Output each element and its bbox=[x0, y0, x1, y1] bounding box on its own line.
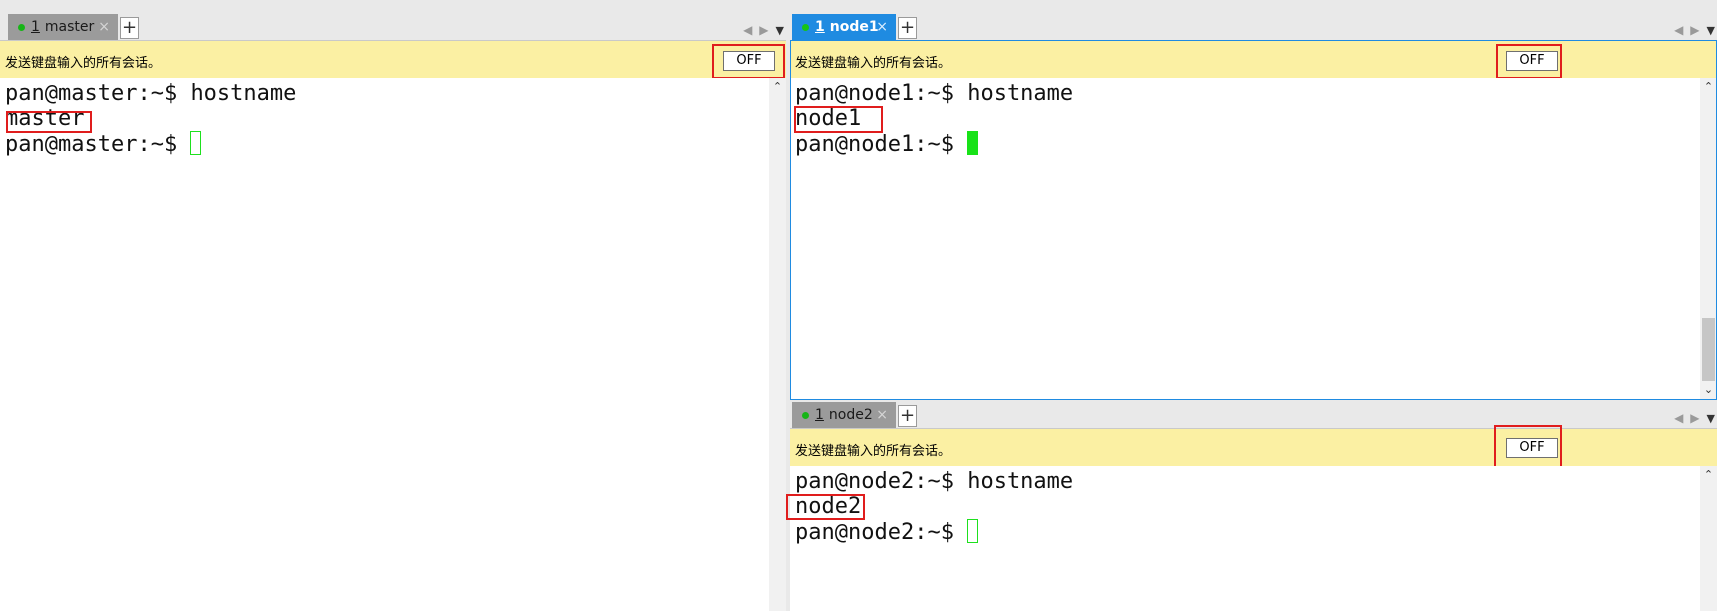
status-dot-icon bbox=[18, 23, 25, 31]
terminal-line-command: pan@master:~$ hostname bbox=[5, 81, 296, 107]
tab-node2[interactable]: 1 node2 × bbox=[792, 402, 896, 428]
tab-number: 1 bbox=[31, 19, 40, 35]
terminal-cursor bbox=[967, 519, 979, 543]
highlight-box-output bbox=[786, 494, 865, 520]
broadcast-off-button[interactable]: OFF bbox=[1506, 438, 1558, 458]
vertical-scrollbar[interactable]: ⌃ bbox=[769, 78, 786, 611]
broadcast-off-button[interactable]: OFF bbox=[1506, 51, 1558, 71]
tab-next-icon[interactable]: ▶ bbox=[759, 23, 775, 37]
terminal-line-command: pan@node1:~$ hostname bbox=[795, 81, 1073, 107]
terminal-command: hostname bbox=[190, 81, 297, 106]
scroll-up-icon[interactable]: ⌃ bbox=[769, 80, 786, 93]
broadcast-message: 发送键盘输入的所有会话。 bbox=[795, 56, 952, 71]
terminal-command: hostname bbox=[967, 469, 1074, 494]
tab-title: master bbox=[44, 19, 95, 35]
session-pane-node1: 1 node1 × + ◀▶▼ 发送键盘输入的所有会话。 OFF pan@node… bbox=[790, 12, 1717, 400]
terminal-line-prompt: pan@master:~$ bbox=[5, 131, 202, 158]
vertical-scrollbar[interactable]: ⌃ bbox=[1700, 466, 1717, 611]
tab-close-icon[interactable]: × bbox=[876, 14, 888, 40]
terminal-prompt: pan@node2:~$ bbox=[795, 520, 954, 545]
terminal-prompt: pan@master:~$ bbox=[5, 132, 178, 157]
tab-navigation: ◀▶▼ bbox=[1674, 411, 1715, 425]
tab-prev-icon[interactable]: ◀ bbox=[1674, 23, 1690, 37]
status-dot-icon bbox=[802, 23, 809, 31]
tab-title: node1 bbox=[829, 19, 879, 35]
scroll-down-icon[interactable]: ⌄ bbox=[1700, 383, 1717, 396]
session-pane-node2: 1 node2 × + ◀▶▼ 发送键盘输入的所有会话。 OFF pan@node… bbox=[786, 400, 1717, 611]
broadcast-bar: 发送键盘输入的所有会话。 OFF bbox=[790, 40, 1717, 79]
tab-navigation: ◀▶▼ bbox=[1674, 23, 1715, 37]
broadcast-message: 发送键盘输入的所有会话。 bbox=[795, 444, 952, 459]
broadcast-bar: 发送键盘输入的所有会话。 OFF bbox=[790, 425, 1717, 473]
terminal-prompt: pan@node1:~$ bbox=[795, 81, 954, 106]
terminal-prompt: pan@master:~$ bbox=[5, 81, 178, 106]
terminal-output[interactable]: pan@node2:~$ hostname node2 pan@node2:~$… bbox=[786, 466, 1717, 611]
tab-title: node2 bbox=[828, 407, 873, 423]
tab-prev-icon[interactable]: ◀ bbox=[743, 23, 759, 37]
tab-bar: 1 node2 × + ◀▶▼ bbox=[790, 400, 1717, 428]
scroll-up-icon[interactable]: ⌃ bbox=[1700, 80, 1717, 93]
highlight-box-output bbox=[6, 111, 92, 133]
tab-bar: 1 node1 × + ◀▶▼ bbox=[790, 12, 1717, 40]
add-tab-button[interactable]: + bbox=[120, 17, 139, 39]
tab-number: 1 bbox=[815, 19, 825, 35]
tab-navigation: ◀▶▼ bbox=[743, 23, 784, 37]
terminal-cursor bbox=[967, 131, 979, 155]
add-tab-button[interactable]: + bbox=[898, 405, 917, 427]
terminal-output[interactable]: pan@master:~$ hostname master pan@master… bbox=[0, 78, 786, 611]
terminal-cursor bbox=[190, 131, 202, 155]
tab-next-icon[interactable]: ▶ bbox=[1690, 411, 1706, 425]
tab-next-icon[interactable]: ▶ bbox=[1690, 23, 1706, 37]
terminal-prompt: pan@node2:~$ bbox=[795, 469, 954, 494]
session-pane-master: 1 master × + ◀▶▼ 发送键盘输入的所有会话。 OFF pan@mas… bbox=[0, 12, 786, 611]
tab-number: 1 bbox=[815, 407, 824, 423]
highlight-box-output bbox=[794, 106, 883, 133]
tab-node1[interactable]: 1 node1 × bbox=[792, 14, 896, 40]
scrollbar-thumb[interactable] bbox=[1702, 318, 1715, 381]
add-tab-button[interactable]: + bbox=[898, 17, 917, 39]
terminal-command: hostname bbox=[967, 81, 1074, 106]
vertical-scrollbar[interactable]: ⌃ ⌄ bbox=[1700, 78, 1717, 400]
tab-bar: 1 master × + ◀▶▼ bbox=[0, 12, 786, 40]
tab-menu-icon[interactable]: ▼ bbox=[776, 24, 784, 37]
tab-close-icon[interactable]: × bbox=[98, 14, 110, 40]
terminal-line-prompt: pan@node2:~$ bbox=[795, 519, 979, 546]
tab-menu-icon[interactable]: ▼ bbox=[1707, 412, 1715, 425]
scroll-up-icon[interactable]: ⌃ bbox=[1700, 468, 1717, 481]
broadcast-off-button[interactable]: OFF bbox=[723, 51, 775, 71]
terminal-line-prompt: pan@node1:~$ bbox=[795, 131, 979, 158]
status-dot-icon bbox=[802, 411, 809, 419]
terminal-prompt: pan@node1:~$ bbox=[795, 132, 954, 157]
tab-master[interactable]: 1 master × bbox=[8, 14, 118, 40]
tab-close-icon[interactable]: × bbox=[876, 402, 888, 428]
terminal-output[interactable]: pan@node1:~$ hostname node1 pan@node1:~$… bbox=[790, 78, 1717, 400]
tab-prev-icon[interactable]: ◀ bbox=[1674, 411, 1690, 425]
broadcast-message: 发送键盘输入的所有会话。 bbox=[5, 56, 162, 71]
broadcast-bar: 发送键盘输入的所有会话。 OFF bbox=[0, 40, 786, 79]
tab-menu-icon[interactable]: ▼ bbox=[1707, 24, 1715, 37]
terminal-line-command: pan@node2:~$ hostname bbox=[795, 469, 1073, 495]
